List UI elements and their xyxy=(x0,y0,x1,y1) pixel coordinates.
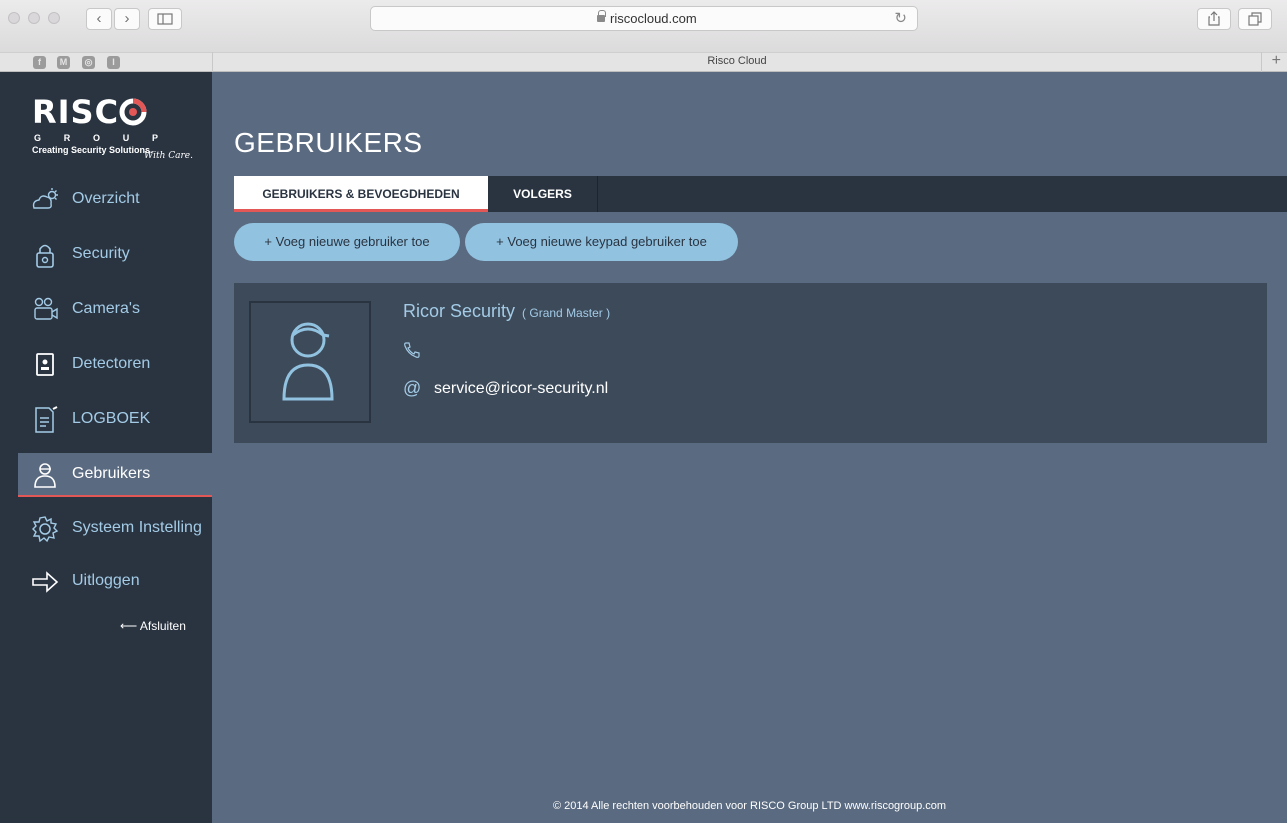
sidebar-item-logboek[interactable]: LOGBOEK xyxy=(18,398,212,442)
logo-letter: O xyxy=(92,133,100,143)
log-icon xyxy=(35,406,58,433)
tabs-overview-button[interactable] xyxy=(1238,8,1272,30)
share-button[interactable] xyxy=(1197,8,1231,30)
logo-tagline-script: With Care. xyxy=(144,151,193,161)
facebook-icon[interactable]: f xyxy=(33,56,46,69)
sidebar-toggle-button[interactable] xyxy=(148,8,182,30)
forward-button[interactable]: › xyxy=(114,8,140,30)
sidebar-item-detectoren[interactable]: Detectoren xyxy=(18,343,212,387)
logo-group-letters: G R O U P xyxy=(34,133,158,143)
logo-tagline: Creating Security Solutions. xyxy=(32,145,153,155)
sidebar-toggle-icon xyxy=(157,13,173,25)
zoom-window-button[interactable] xyxy=(48,12,60,24)
at-icon: @ xyxy=(403,378,422,398)
logo-letter: G xyxy=(34,133,42,143)
apple-icon[interactable] xyxy=(8,56,21,69)
sidebar-item-security[interactable]: Security xyxy=(18,233,212,277)
new-tab-button[interactable]: + xyxy=(1272,52,1281,70)
footer-copyright: © 2014 Alle rechten voorbehouden voor RI… xyxy=(552,800,947,812)
address-bar[interactable]: riscocloud.com ↻ xyxy=(370,6,918,31)
close-window-button[interactable] xyxy=(8,12,20,24)
sidebar-item-uitloggen[interactable]: Uitloggen xyxy=(18,560,212,604)
user-role: ( Grand Master ) xyxy=(522,306,611,320)
reload-icon[interactable]: ↻ xyxy=(894,9,907,27)
sidebar-item-systeem-instelling[interactable]: Systeem Instelling xyxy=(18,507,212,551)
url-text: riscocloud.com xyxy=(610,11,697,26)
sidebar-item-label: Security xyxy=(72,245,130,262)
add-keypad-user-button[interactable]: + Voeg nieuwe keypad gebruiker toe xyxy=(465,223,738,261)
sidebar-item-label: Detectoren xyxy=(72,355,151,372)
camera-icon xyxy=(34,297,58,320)
bookmark-icon[interactable]: I xyxy=(107,56,120,69)
sidebar-item-label: LOGBOEK xyxy=(72,410,151,427)
close-link[interactable]: ⟵ Afsluiten xyxy=(120,619,186,633)
logo-o-mark xyxy=(119,98,147,126)
user-avatar-icon xyxy=(282,322,334,401)
logo-letter: R xyxy=(63,133,71,143)
sidebar-item-label: Overzicht xyxy=(72,190,140,207)
gmail-icon[interactable]: M xyxy=(57,56,70,69)
padlock-icon xyxy=(36,244,54,268)
instagram-icon[interactable]: ◎ xyxy=(82,56,95,69)
sidebar-item-gebruikers[interactable]: Gebruikers xyxy=(18,453,212,497)
user-name-text: Ricor Security xyxy=(403,301,516,321)
risco-logo: RISC G R O U P Creating Security Solutio… xyxy=(32,96,193,166)
main-content: GEBRUIKERS GEBRUIKERS & BEVOEGDHEDEN VOL… xyxy=(212,72,1287,823)
sidebar-item-label: Systeem Instelling xyxy=(72,519,202,536)
tab-volgers[interactable]: VOLGERS xyxy=(488,176,598,212)
browser-toolbar: ‹ › riscocloud.com ↻ xyxy=(0,0,1287,52)
avatar xyxy=(249,301,371,423)
user-icon xyxy=(34,463,56,488)
logo-word: RISC xyxy=(32,96,147,128)
sidebar-item-label: Uitloggen xyxy=(72,572,140,589)
gear-icon xyxy=(32,516,59,543)
cloud-sun-icon xyxy=(32,188,58,209)
sidebar-item-label: Gebruikers xyxy=(72,465,151,482)
share-icon xyxy=(1208,11,1220,26)
logo-letter: P xyxy=(151,133,158,143)
add-user-button[interactable]: + Voeg nieuwe gebruiker toe xyxy=(234,223,460,261)
sidebar-item-label: Camera's xyxy=(72,300,140,317)
browser-tab[interactable]: Risco Cloud xyxy=(212,52,1262,72)
back-button[interactable]: ‹ xyxy=(86,8,112,30)
user-card[interactable]: Ricor Security ( Grand Master ) @ servic… xyxy=(234,283,1267,443)
user-name[interactable]: Ricor Security ( Grand Master ) xyxy=(403,301,610,322)
minimize-window-button[interactable] xyxy=(28,12,40,24)
lock-icon xyxy=(597,10,606,22)
tab-bar: GEBRUIKERS & BEVOEGDHEDEN VOLGERS xyxy=(234,176,1287,212)
tabs-icon xyxy=(1248,12,1262,26)
sidebar-item-overzicht[interactable]: Overzicht xyxy=(18,178,212,222)
page-title: GEBRUIKERS xyxy=(234,127,423,158)
tab-gebruikers-bevoegdheden[interactable]: GEBRUIKERS & BEVOEGDHEDEN xyxy=(234,176,488,212)
logo-letter: U xyxy=(122,133,130,143)
detector-icon xyxy=(36,353,54,376)
logout-arrow-icon xyxy=(32,571,59,593)
phone-icon xyxy=(404,342,420,358)
user-email[interactable]: service@ricor-security.nl xyxy=(434,380,608,398)
sidebar-item-cameras[interactable]: Camera's xyxy=(18,288,212,332)
sidebar: RISC G R O U P Creating Security Solutio… xyxy=(0,72,212,823)
